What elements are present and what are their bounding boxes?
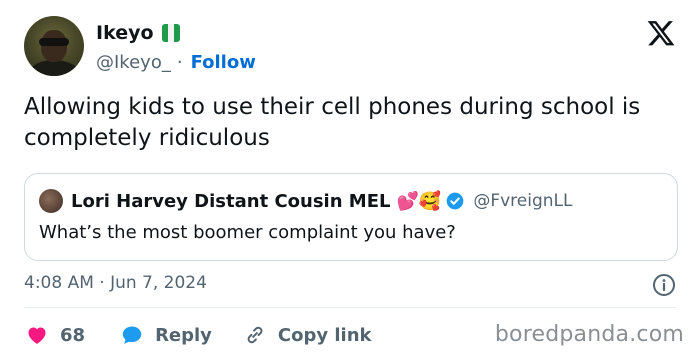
- reply-label: Reply: [155, 324, 212, 346]
- quoted-author-emoji: 💕🥰: [396, 190, 442, 212]
- quoted-author-avatar: [39, 189, 63, 213]
- divider: [24, 307, 676, 308]
- quoted-tweet-text: What’s the most boomer complaint you hav…: [39, 222, 456, 243]
- heart-icon: [28, 327, 46, 344]
- separator-dot: ·: [176, 51, 183, 73]
- speech-bubble-icon: [122, 326, 142, 344]
- quoted-author-handle: @FvreignLL: [473, 191, 573, 211]
- author-info: Ikeyo @Ikeyo_ · Follow: [96, 20, 256, 74]
- like-count: 68: [60, 324, 86, 346]
- info-icon[interactable]: [652, 273, 676, 297]
- copy-link-label: Copy link: [277, 324, 372, 346]
- nigeria-flag-icon: [161, 24, 180, 42]
- x-logo-icon[interactable]: [646, 18, 676, 48]
- author-avatar[interactable]: [24, 16, 84, 76]
- tweet-header: Ikeyo @Ikeyo_ · Follow: [24, 16, 676, 78]
- tweet-text: Allowing kids to use their cell phones d…: [24, 94, 641, 151]
- action-bar: 68 Reply Copy link: [24, 320, 372, 350]
- watermark: boredpanda.com: [494, 322, 684, 347]
- author-handle[interactable]: @Ikeyo_: [96, 52, 171, 73]
- quoted-author-name: Lori Harvey Distant Cousin MEL: [71, 190, 391, 212]
- copy-link-button[interactable]: Copy link: [242, 323, 372, 347]
- verified-badge-icon: [446, 192, 464, 210]
- like-button[interactable]: 68: [24, 323, 85, 347]
- author-display-name[interactable]: Ikeyo: [96, 22, 154, 44]
- link-icon: [247, 326, 263, 344]
- quoted-tweet[interactable]: Lori Harvey Distant Cousin MEL 💕🥰 @Fvrei…: [24, 173, 678, 261]
- tweet-timestamp[interactable]: 4:08 AM · Jun 7, 2024: [24, 273, 207, 293]
- follow-button[interactable]: Follow: [191, 52, 256, 73]
- reply-button[interactable]: Reply: [119, 323, 212, 347]
